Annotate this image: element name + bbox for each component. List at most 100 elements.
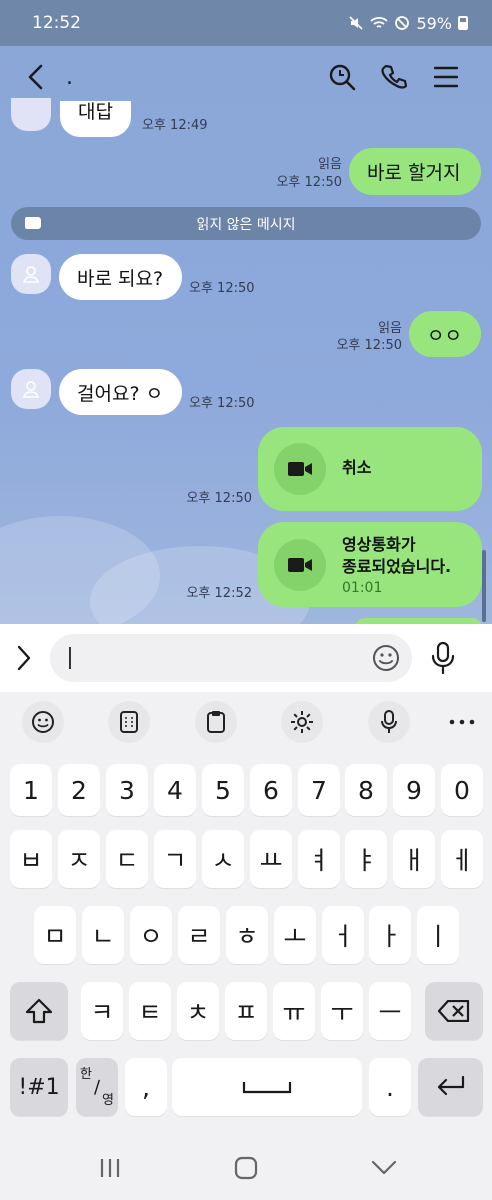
key-jamo[interactable]: ㅈ bbox=[58, 830, 100, 888]
message-time: 오후 12:50 bbox=[186, 491, 252, 506]
video-call-bubble[interactable]: 영상통화가 종료되었습니다. 01:01 bbox=[258, 522, 482, 607]
keypad-icon bbox=[120, 711, 138, 733]
key-0[interactable]: 0 bbox=[441, 764, 483, 816]
key-3[interactable]: 3 bbox=[106, 764, 148, 816]
key-jamo[interactable]: ㅍ bbox=[225, 982, 267, 1040]
key-jamo[interactable]: ㅇ bbox=[130, 906, 172, 964]
gear-icon bbox=[291, 711, 313, 733]
chat-header: . bbox=[0, 46, 492, 108]
settings-button[interactable] bbox=[281, 701, 323, 743]
message-time: 오후 12:49 bbox=[142, 118, 208, 133]
symbols-key[interactable]: !#1 bbox=[10, 1058, 68, 1116]
space-key[interactable] bbox=[172, 1058, 362, 1116]
microphone-icon[interactable] bbox=[430, 641, 456, 675]
message-bubble[interactable]: 바로 되요? bbox=[59, 254, 182, 300]
unread-label: 읽지 않은 메시지 bbox=[196, 216, 296, 233]
shift-key[interactable] bbox=[10, 982, 68, 1040]
key-jamo[interactable]: ㅁ bbox=[34, 906, 76, 964]
backspace-key[interactable] bbox=[425, 982, 483, 1040]
wifi-icon bbox=[370, 17, 389, 28]
avatar[interactable] bbox=[11, 254, 51, 294]
text-caret bbox=[69, 647, 71, 669]
dnd-icon bbox=[395, 16, 410, 30]
key-jamo[interactable]: ㅏ bbox=[369, 906, 411, 964]
chat-area[interactable]: . 대답 오후 12:49 읽음 오후 12:50 바로 할거지 읽지 않은 메… bbox=[0, 46, 492, 624]
enter-key[interactable] bbox=[418, 1058, 483, 1116]
avatar[interactable] bbox=[11, 369, 51, 409]
system-navigation-bar bbox=[0, 1132, 492, 1200]
key-jamo[interactable]: ㅋ bbox=[81, 982, 123, 1040]
home-button[interactable] bbox=[226, 1154, 266, 1182]
key-jamo[interactable]: ㅡ bbox=[369, 982, 411, 1040]
key-jamo[interactable]: ㅊ bbox=[177, 982, 219, 1040]
person-icon bbox=[22, 266, 40, 283]
message-input[interactable] bbox=[68, 647, 358, 669]
message-input-bar bbox=[0, 624, 492, 692]
period-key[interactable]: . bbox=[369, 1058, 411, 1116]
key-6[interactable]: 6 bbox=[250, 764, 292, 816]
comma-key[interactable]: , bbox=[125, 1058, 167, 1116]
key-jamo[interactable]: ㅅ bbox=[202, 830, 244, 888]
chevron-down-icon bbox=[371, 1160, 397, 1175]
message-field[interactable] bbox=[50, 634, 412, 682]
more-options-button[interactable] bbox=[444, 712, 480, 732]
smiley-icon[interactable] bbox=[372, 644, 400, 672]
key-jamo[interactable]: ㅣ bbox=[417, 906, 459, 964]
key-jamo[interactable]: ㅓ bbox=[322, 906, 364, 964]
key-jamo[interactable]: ㅛ bbox=[250, 830, 292, 888]
key-jamo[interactable]: ㄴ bbox=[82, 906, 124, 964]
key-jamo[interactable]: ㅎ bbox=[226, 906, 268, 964]
person-icon bbox=[22, 381, 40, 398]
home-icon bbox=[234, 1156, 258, 1180]
message-bubble[interactable]: 대답 bbox=[60, 101, 131, 137]
search-button[interactable] bbox=[316, 57, 368, 97]
recent-apps-button[interactable] bbox=[90, 1154, 130, 1182]
voice-input-button[interactable] bbox=[368, 701, 410, 743]
expand-chevron-icon[interactable] bbox=[14, 644, 34, 672]
emoji-button[interactable] bbox=[22, 701, 64, 743]
hamburger-icon bbox=[434, 66, 458, 88]
keypad-button[interactable] bbox=[108, 701, 150, 743]
key-jamo[interactable]: ㅑ bbox=[345, 830, 387, 888]
message-read-status: 읽음 bbox=[318, 157, 342, 172]
call-button[interactable] bbox=[368, 57, 420, 97]
menu-button[interactable] bbox=[420, 57, 472, 97]
key-jamo[interactable]: ㅐ bbox=[393, 830, 435, 888]
lang-bottom-label: 영 bbox=[102, 1092, 114, 1108]
key-jamo[interactable]: ㅌ bbox=[129, 982, 171, 1040]
chat-scrollbar[interactable] bbox=[482, 550, 486, 622]
clipboard-button[interactable] bbox=[195, 701, 237, 743]
hide-keyboard-button[interactable] bbox=[364, 1154, 404, 1182]
key-4[interactable]: 4 bbox=[154, 764, 196, 816]
key-jamo[interactable]: ㅜ bbox=[321, 982, 363, 1040]
key-7[interactable]: 7 bbox=[298, 764, 340, 816]
key-jamo[interactable]: ㅕ bbox=[298, 830, 340, 888]
key-jamo[interactable]: ㅠ bbox=[273, 982, 315, 1040]
clipboard-icon bbox=[207, 711, 225, 733]
key-8[interactable]: 8 bbox=[345, 764, 387, 816]
key-1[interactable]: 1 bbox=[10, 764, 52, 816]
key-9[interactable]: 9 bbox=[393, 764, 435, 816]
call-status-text: 취소 bbox=[342, 458, 372, 477]
video-call-bubble[interactable]: 취소 bbox=[258, 427, 482, 511]
backspace-icon bbox=[438, 1000, 470, 1022]
language-toggle-key[interactable]: 한 ∕ 영 bbox=[76, 1058, 118, 1116]
key-jamo[interactable]: ㅂ bbox=[10, 830, 52, 888]
lang-top-label: 한 bbox=[80, 1066, 92, 1082]
message-bubble[interactable]: ㅇㅇ bbox=[409, 311, 481, 357]
avatar[interactable] bbox=[11, 98, 51, 131]
key-jamo[interactable]: ㄹ bbox=[178, 906, 220, 964]
message-bubble[interactable]: 걸어요? ㅇ bbox=[59, 369, 182, 415]
key-2[interactable]: 2 bbox=[58, 764, 100, 816]
back-button[interactable] bbox=[20, 61, 52, 93]
key-jamo[interactable]: ㅗ bbox=[274, 906, 316, 964]
video-camera-icon bbox=[288, 558, 312, 572]
status-time: 12:52 bbox=[32, 13, 81, 33]
message-time: 오후 12:50 bbox=[276, 175, 342, 190]
microphone-icon bbox=[381, 710, 397, 733]
key-jamo[interactable]: ㄷ bbox=[106, 830, 148, 888]
message-bubble[interactable]: 바로 할거지 bbox=[349, 148, 481, 195]
key-5[interactable]: 5 bbox=[202, 764, 244, 816]
key-jamo[interactable]: ㅔ bbox=[441, 830, 483, 888]
key-jamo[interactable]: ㄱ bbox=[154, 830, 196, 888]
